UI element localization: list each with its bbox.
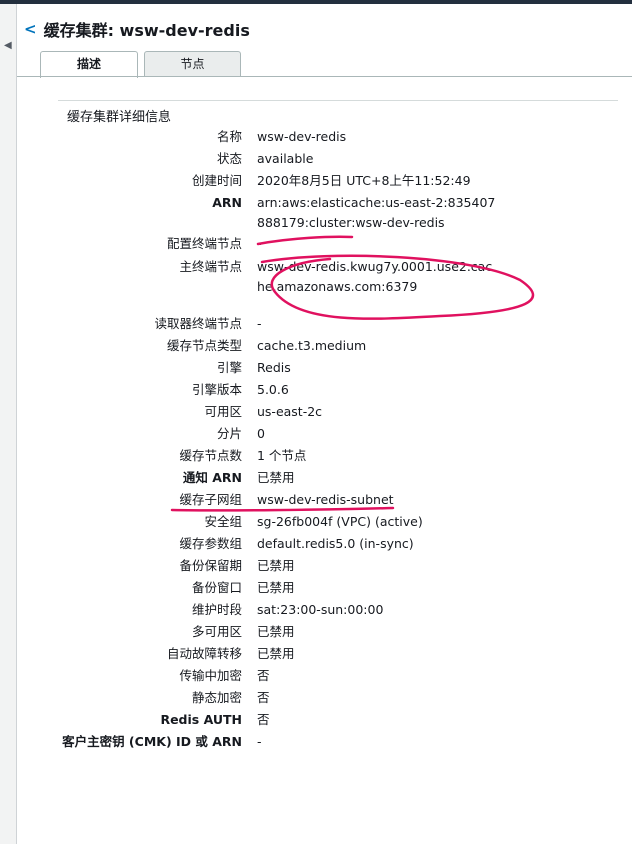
detail-value[interactable]: wsw-dev-redis-subnet: [257, 490, 497, 510]
detail-value: 1 个节点: [257, 448, 307, 463]
detail-label: 主终端节点: [179, 259, 242, 274]
detail-label: 缓存节点类型: [166, 338, 242, 353]
detail-label: 备份保留期: [179, 558, 242, 573]
detail-value: sat:23:00-sun:00:00: [257, 602, 384, 617]
detail-value: wsw-dev-redis: [257, 129, 347, 144]
detail-value: 否: [257, 668, 270, 683]
detail-label: 传输中加密: [179, 668, 242, 683]
section-title: 缓存集群详细信息: [67, 110, 172, 125]
detail-label: 引擎版本: [191, 382, 242, 397]
page-title: 缓存集群: wsw-dev-redis: [43, 21, 250, 40]
detail-value: cache.t3.medium: [257, 338, 367, 353]
detail-value[interactable]: sg-26fb004f (VPC) (active): [257, 512, 497, 532]
detail-label: 通知 ARN: [182, 470, 242, 485]
detail-label: 缓存参数组: [179, 536, 242, 551]
detail-value: 已禁用: [257, 470, 295, 485]
detail-value: -: [257, 236, 262, 251]
tab-description[interactable]: 描述: [40, 51, 138, 78]
left-nav-panel[interactable]: ◀: [0, 4, 17, 844]
detail-value: 否: [257, 712, 270, 727]
detail-label: 多可用区: [191, 624, 242, 639]
detail-value: 否: [257, 690, 270, 705]
detail-label: 客户主密钥 (CMK) ID 或 ARN: [62, 734, 242, 749]
detail-label: 缓存子网组: [179, 492, 242, 507]
detail-label: 可用区: [204, 404, 242, 419]
detail-label: 创建时间: [191, 173, 242, 188]
detail-label: 安全组: [204, 514, 242, 529]
detail-label: 维护时段: [191, 602, 242, 617]
detail-value: 2020年8月5日 UTC+8上午11:52:49: [257, 173, 471, 188]
detail-label: 状态: [216, 151, 242, 166]
detail-value: 5.0.6: [257, 382, 289, 397]
back-icon[interactable]: <: [24, 20, 37, 38]
detail-label: 读取器终端节点: [154, 316, 242, 331]
detail-label: ARN: [212, 195, 242, 210]
detail-value: -: [257, 734, 262, 749]
detail-value: available: [257, 151, 314, 166]
detail-value: us-east-2c: [257, 404, 323, 419]
detail-label: 引擎: [216, 360, 242, 375]
detail-value: 已禁用: [257, 580, 295, 595]
tab-nodes[interactable]: 节点: [144, 51, 241, 77]
detail-label: 静态加密: [191, 690, 242, 705]
page-header: < 缓存集群: wsw-dev-redis: [24, 17, 250, 41]
detail-value: arn:aws:elasticache:us-east-2:8354078881…: [257, 195, 496, 230]
tab-bar-divider: [17, 76, 632, 77]
detail-label: 分片: [216, 426, 242, 441]
detail-value: 0: [257, 426, 265, 441]
section-divider: [58, 100, 618, 101]
detail-value: Redis: [257, 360, 291, 375]
detail-label: 备份窗口: [191, 580, 242, 595]
top-bar: [0, 0, 632, 4]
collapse-left-icon[interactable]: ◀: [4, 40, 12, 51]
detail-value[interactable]: wsw-dev-redis.kwug7y.0001.use2.cache.ama…: [257, 257, 497, 297]
detail-label: 名称: [216, 129, 242, 144]
detail-value: 已禁用: [257, 646, 295, 661]
detail-value: 已禁用: [257, 558, 295, 573]
detail-label: Redis AUTH: [160, 712, 242, 727]
detail-value: -: [257, 316, 262, 331]
detail-label: 自动故障转移: [166, 646, 242, 661]
detail-value: 已禁用: [257, 624, 295, 639]
detail-value[interactable]: default.redis5.0 (in-sync): [257, 534, 497, 554]
detail-label: 配置终端节点: [166, 236, 242, 251]
detail-label: 缓存节点数: [179, 448, 242, 463]
